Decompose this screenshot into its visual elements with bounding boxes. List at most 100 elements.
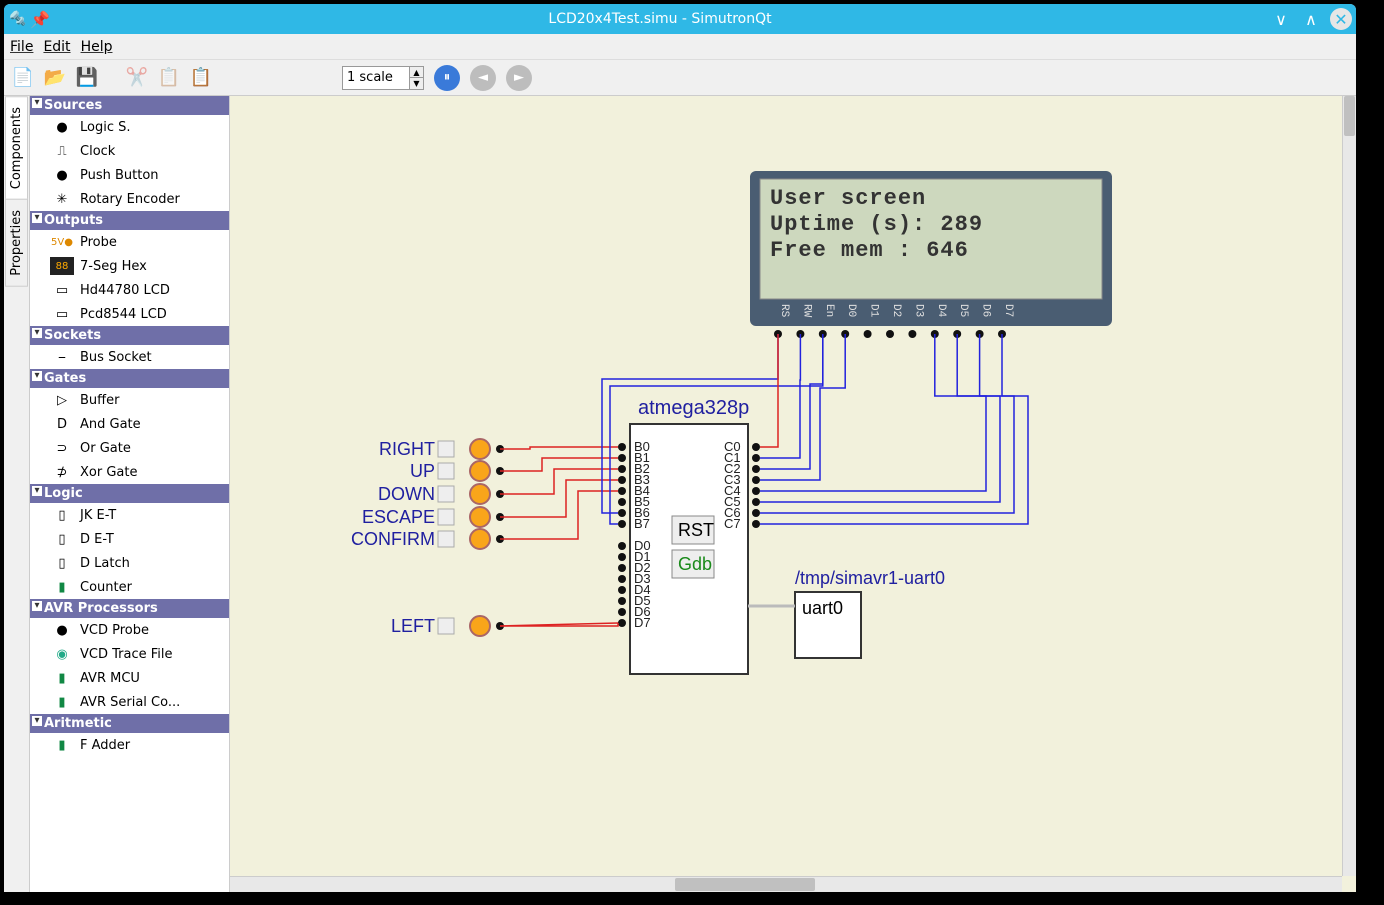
- push-button-knob[interactable]: [470, 529, 490, 549]
- minimize-button[interactable]: ∨: [1270, 8, 1292, 30]
- maximize-button[interactable]: ∧: [1300, 8, 1322, 30]
- item-clock[interactable]: ⎍Clock: [30, 139, 229, 163]
- component-tree[interactable]: Sources ●Logic S. ⎍Clock ●Push Button ✳R…: [30, 96, 230, 892]
- svg-text:D5: D5: [957, 304, 969, 317]
- step-fwd-button[interactable]: ►: [506, 65, 532, 91]
- push-button[interactable]: [438, 463, 454, 479]
- close-button[interactable]: ✕: [1330, 8, 1352, 30]
- window-title: LCD20x4Test.simu - SimutronQt: [54, 11, 1266, 27]
- chip-gdb-button[interactable]: Gdb: [678, 554, 712, 574]
- cat-avr[interactable]: AVR Processors: [30, 599, 229, 618]
- cut-button[interactable]: ✂️: [124, 65, 150, 91]
- item-or[interactable]: ⊃Or Gate: [30, 436, 229, 460]
- app-window: 🔩 📌 LCD20x4Test.simu - SimutronQt ∨ ∧ ✕ …: [4, 4, 1356, 892]
- chip-atmega[interactable]: atmega328p B0B1B2B3B4B5B6B7 D0D1D2D3D4D5…: [618, 397, 760, 674]
- button-label: DOWN: [378, 484, 435, 504]
- vcdtrace-icon: ◉: [50, 645, 74, 663]
- push-button-knob[interactable]: [470, 507, 490, 527]
- avrmcu-icon: ▮: [50, 669, 74, 687]
- chip-rst-button[interactable]: RST: [678, 520, 714, 540]
- new-file-button[interactable]: 📄: [10, 65, 36, 91]
- circuit-canvas[interactable]: User screen Uptime (s): 289 Free mem : 6…: [230, 96, 1340, 892]
- socket-icon: ⎯: [50, 348, 74, 366]
- svg-text:D7: D7: [634, 615, 651, 630]
- menu-help[interactable]: Help: [81, 39, 113, 55]
- cat-gates[interactable]: Gates: [30, 369, 229, 388]
- canvas[interactable]: User screen Uptime (s): 289 Free mem : 6…: [230, 96, 1356, 892]
- push-button[interactable]: [438, 531, 454, 547]
- item-rotary[interactable]: ✳Rotary Encoder: [30, 187, 229, 211]
- push-button-knob[interactable]: [470, 484, 490, 504]
- item-avrmcu[interactable]: ▮AVR MCU: [30, 666, 229, 690]
- svg-text:D3: D3: [912, 304, 924, 317]
- svg-text:D7: D7: [1002, 304, 1014, 317]
- or-icon: ⊃: [50, 439, 74, 457]
- item-jket[interactable]: ▯JK E-T: [30, 503, 229, 527]
- svg-text:En: En: [823, 304, 835, 317]
- item-pcd8544[interactable]: ▭Pcd8544 LCD: [30, 302, 229, 326]
- item-avrserial[interactable]: ▮AVR Serial Co...: [30, 690, 229, 714]
- open-file-button[interactable]: 📂: [42, 65, 68, 91]
- cat-aritmetic[interactable]: Aritmetic: [30, 714, 229, 733]
- svg-text:C7: C7: [724, 516, 741, 531]
- push-button-knob[interactable]: [470, 439, 490, 459]
- item-hd44780[interactable]: ▭Hd44780 LCD: [30, 278, 229, 302]
- probe-icon: 5V●: [50, 233, 74, 251]
- item-push-button[interactable]: ●Push Button: [30, 163, 229, 187]
- scale-spinbox[interactable]: ▲▼: [342, 66, 424, 90]
- fadder-icon: ▮: [50, 736, 74, 754]
- item-dlatch[interactable]: ▯D Latch: [30, 551, 229, 575]
- lcd-module[interactable]: User screen Uptime (s): 289 Free mem : 6…: [750, 171, 1112, 338]
- paste-button[interactable]: 📋: [188, 65, 214, 91]
- item-fadder[interactable]: ▮F Adder: [30, 733, 229, 757]
- item-vcdtrace[interactable]: ◉VCD Trace File: [30, 642, 229, 666]
- item-vcdprobe[interactable]: ●VCD Probe: [30, 618, 229, 642]
- canvas-horizontal-scrollbar[interactable]: [230, 876, 1342, 892]
- tab-properties[interactable]: Properties: [5, 199, 28, 287]
- lcd-line1: User screen: [770, 186, 926, 211]
- item-7seg[interactable]: 887-Seg Hex: [30, 254, 229, 278]
- cat-sources[interactable]: Sources: [30, 96, 229, 115]
- pin-icon[interactable]: 📌: [32, 11, 48, 27]
- item-logic-s[interactable]: ●Logic S.: [30, 115, 229, 139]
- button-label: RIGHT: [379, 439, 435, 459]
- lcd-line2: Uptime (s): 289: [770, 212, 983, 237]
- svg-text:RW: RW: [800, 304, 812, 318]
- item-and[interactable]: DAnd Gate: [30, 412, 229, 436]
- push-button-knob[interactable]: [470, 461, 490, 481]
- push-button[interactable]: [438, 441, 454, 457]
- content-area: Components Properties Sources ●Logic S. …: [4, 96, 1356, 892]
- pause-button[interactable]: ⏸: [434, 65, 460, 91]
- cat-sockets[interactable]: Sockets: [30, 326, 229, 345]
- save-file-button[interactable]: 💾: [74, 65, 100, 91]
- tab-components[interactable]: Components: [5, 96, 28, 200]
- canvas-vertical-scrollbar[interactable]: [1342, 96, 1356, 876]
- titlebar: 🔩 📌 LCD20x4Test.simu - SimutronQt ∨ ∧ ✕: [4, 4, 1356, 34]
- menu-file[interactable]: File: [10, 39, 33, 55]
- item-bus-socket[interactable]: ⎯Bus Socket: [30, 345, 229, 369]
- cat-logic[interactable]: Logic: [30, 484, 229, 503]
- step-back-button[interactable]: ◄: [470, 65, 496, 91]
- push-button[interactable]: [438, 486, 454, 502]
- lcd-line3: Free mem : 646: [770, 238, 969, 263]
- item-xor[interactable]: ⊅Xor Gate: [30, 460, 229, 484]
- item-counter[interactable]: ▮Counter: [30, 575, 229, 599]
- cat-outputs[interactable]: Outputs: [30, 211, 229, 230]
- copy-button[interactable]: 📋: [156, 65, 182, 91]
- menu-edit[interactable]: Edit: [43, 39, 70, 55]
- svg-text:D4: D4: [935, 304, 947, 318]
- button-label: LEFT: [391, 616, 435, 636]
- scale-up-icon[interactable]: ▲: [410, 67, 423, 78]
- svg-text:RS: RS: [778, 304, 790, 318]
- push-button[interactable]: [438, 618, 454, 634]
- push-button-knob[interactable]: [470, 616, 490, 636]
- item-probe[interactable]: 5V●Probe: [30, 230, 229, 254]
- push-button[interactable]: [438, 509, 454, 525]
- uart-module[interactable]: /tmp/simavr1-uart0 uart0: [748, 568, 945, 658]
- item-buffer[interactable]: ▷Buffer: [30, 388, 229, 412]
- item-det[interactable]: ▯D E-T: [30, 527, 229, 551]
- menubar: File Edit Help: [4, 34, 1356, 60]
- scale-down-icon[interactable]: ▼: [410, 78, 423, 89]
- scale-input[interactable]: [343, 67, 409, 89]
- and-icon: D: [50, 415, 74, 433]
